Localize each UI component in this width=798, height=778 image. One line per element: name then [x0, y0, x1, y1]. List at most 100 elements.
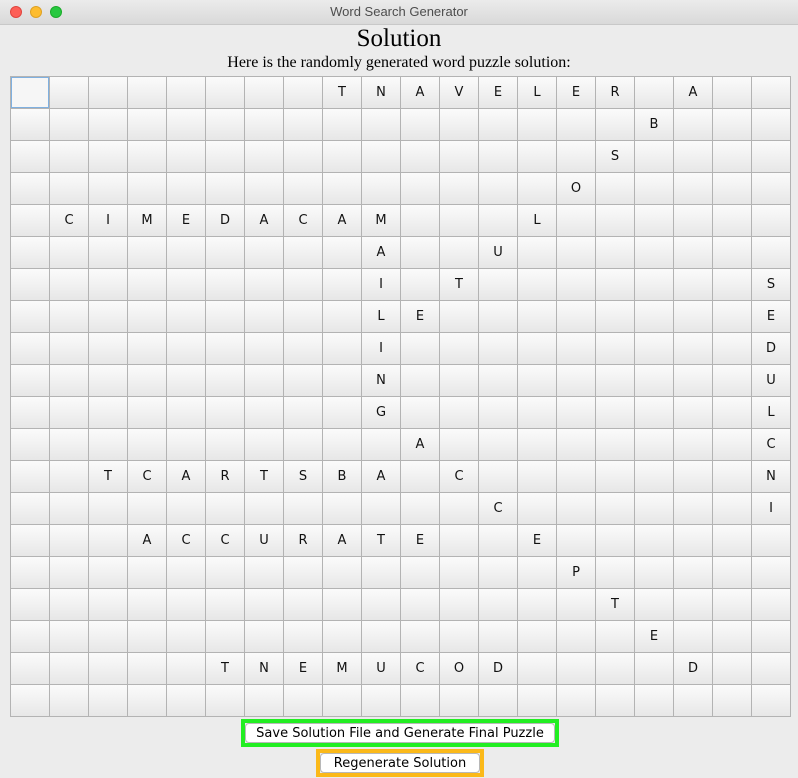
grid-cell[interactable]	[596, 653, 635, 685]
grid-cell[interactable]	[89, 685, 128, 717]
grid-cell[interactable]: A	[323, 525, 362, 557]
grid-cell[interactable]	[128, 141, 167, 173]
grid-cell[interactable]	[557, 237, 596, 269]
grid-cell[interactable]	[167, 301, 206, 333]
grid-cell[interactable]	[401, 237, 440, 269]
grid-cell[interactable]	[713, 365, 752, 397]
grid-cell[interactable]	[167, 333, 206, 365]
grid-cell[interactable]: A	[401, 429, 440, 461]
grid-cell[interactable]	[479, 397, 518, 429]
grid-cell[interactable]	[89, 397, 128, 429]
grid-cell[interactable]: D	[674, 653, 713, 685]
grid-cell[interactable]	[635, 365, 674, 397]
grid-cell[interactable]	[479, 621, 518, 653]
grid-cell[interactable]	[674, 461, 713, 493]
grid-cell[interactable]	[635, 461, 674, 493]
grid-cell[interactable]	[128, 557, 167, 589]
grid-cell[interactable]	[440, 589, 479, 621]
grid-cell[interactable]	[206, 173, 245, 205]
grid-cell[interactable]: A	[401, 77, 440, 109]
grid-cell[interactable]	[479, 365, 518, 397]
grid-cell[interactable]: L	[362, 301, 401, 333]
grid-cell[interactable]	[89, 237, 128, 269]
grid-cell[interactable]	[50, 557, 89, 589]
grid-cell[interactable]: N	[245, 653, 284, 685]
grid-cell[interactable]: C	[167, 525, 206, 557]
grid-cell[interactable]	[323, 685, 362, 717]
grid-cell[interactable]	[635, 269, 674, 301]
grid-cell[interactable]	[284, 589, 323, 621]
grid-cell[interactable]	[752, 685, 791, 717]
grid-cell[interactable]	[128, 493, 167, 525]
grid-cell[interactable]: E	[557, 77, 596, 109]
grid-cell[interactable]: N	[752, 461, 791, 493]
grid-cell[interactable]	[323, 621, 362, 653]
grid-cell[interactable]	[245, 429, 284, 461]
grid-cell[interactable]	[50, 173, 89, 205]
grid-cell[interactable]: T	[206, 653, 245, 685]
grid-cell[interactable]	[284, 429, 323, 461]
grid-cell[interactable]: C	[206, 525, 245, 557]
grid-cell[interactable]	[323, 109, 362, 141]
grid-cell[interactable]	[50, 493, 89, 525]
grid-cell[interactable]	[518, 237, 557, 269]
grid-cell[interactable]	[596, 525, 635, 557]
grid-cell[interactable]	[323, 173, 362, 205]
grid-cell[interactable]	[167, 685, 206, 717]
grid-cell[interactable]	[284, 141, 323, 173]
grid-cell[interactable]: U	[245, 525, 284, 557]
grid-cell[interactable]	[128, 685, 167, 717]
grid-cell[interactable]	[596, 493, 635, 525]
grid-cell[interactable]	[128, 109, 167, 141]
grid-cell[interactable]: E	[401, 301, 440, 333]
grid-cell[interactable]: R	[596, 77, 635, 109]
grid-cell[interactable]	[284, 621, 323, 653]
grid-cell[interactable]	[11, 205, 50, 237]
grid-cell[interactable]	[479, 429, 518, 461]
grid-cell[interactable]	[713, 109, 752, 141]
grid-cell[interactable]	[11, 397, 50, 429]
grid-cell[interactable]	[128, 301, 167, 333]
grid-cell[interactable]	[518, 269, 557, 301]
grid-cell[interactable]: O	[557, 173, 596, 205]
grid-cell[interactable]	[635, 653, 674, 685]
grid-cell[interactable]	[167, 493, 206, 525]
grid-cell[interactable]: A	[323, 205, 362, 237]
grid-cell[interactable]	[713, 461, 752, 493]
grid-cell[interactable]: L	[518, 77, 557, 109]
grid-cell[interactable]	[245, 269, 284, 301]
grid-cell[interactable]	[11, 301, 50, 333]
grid-cell[interactable]: L	[752, 397, 791, 429]
grid-cell[interactable]: E	[518, 525, 557, 557]
grid-cell[interactable]	[635, 557, 674, 589]
grid-cell[interactable]	[479, 525, 518, 557]
grid-cell[interactable]	[89, 173, 128, 205]
grid-cell[interactable]	[362, 557, 401, 589]
grid-cell[interactable]	[284, 109, 323, 141]
grid-cell[interactable]	[674, 621, 713, 653]
grid-cell[interactable]	[89, 333, 128, 365]
grid-cell[interactable]	[50, 237, 89, 269]
grid-cell[interactable]: T	[596, 589, 635, 621]
grid-cell[interactable]	[557, 525, 596, 557]
grid-cell[interactable]: T	[440, 269, 479, 301]
grid-cell[interactable]	[206, 493, 245, 525]
grid-cell[interactable]	[323, 269, 362, 301]
grid-cell[interactable]	[596, 237, 635, 269]
grid-cell[interactable]	[713, 397, 752, 429]
grid-cell[interactable]	[440, 397, 479, 429]
save-and-generate-button[interactable]: Save Solution File and Generate Final Pu…	[245, 723, 555, 743]
grid-cell[interactable]	[128, 77, 167, 109]
grid-cell[interactable]	[362, 685, 401, 717]
grid-cell[interactable]	[245, 397, 284, 429]
grid-cell[interactable]: I	[362, 269, 401, 301]
grid-cell[interactable]	[440, 525, 479, 557]
grid-cell[interactable]	[479, 205, 518, 237]
grid-cell[interactable]	[674, 141, 713, 173]
grid-cell[interactable]	[206, 397, 245, 429]
grid-cell[interactable]	[635, 397, 674, 429]
grid-cell[interactable]: L	[518, 205, 557, 237]
grid-cell[interactable]	[752, 557, 791, 589]
grid-cell[interactable]	[713, 269, 752, 301]
grid-cell[interactable]: C	[128, 461, 167, 493]
